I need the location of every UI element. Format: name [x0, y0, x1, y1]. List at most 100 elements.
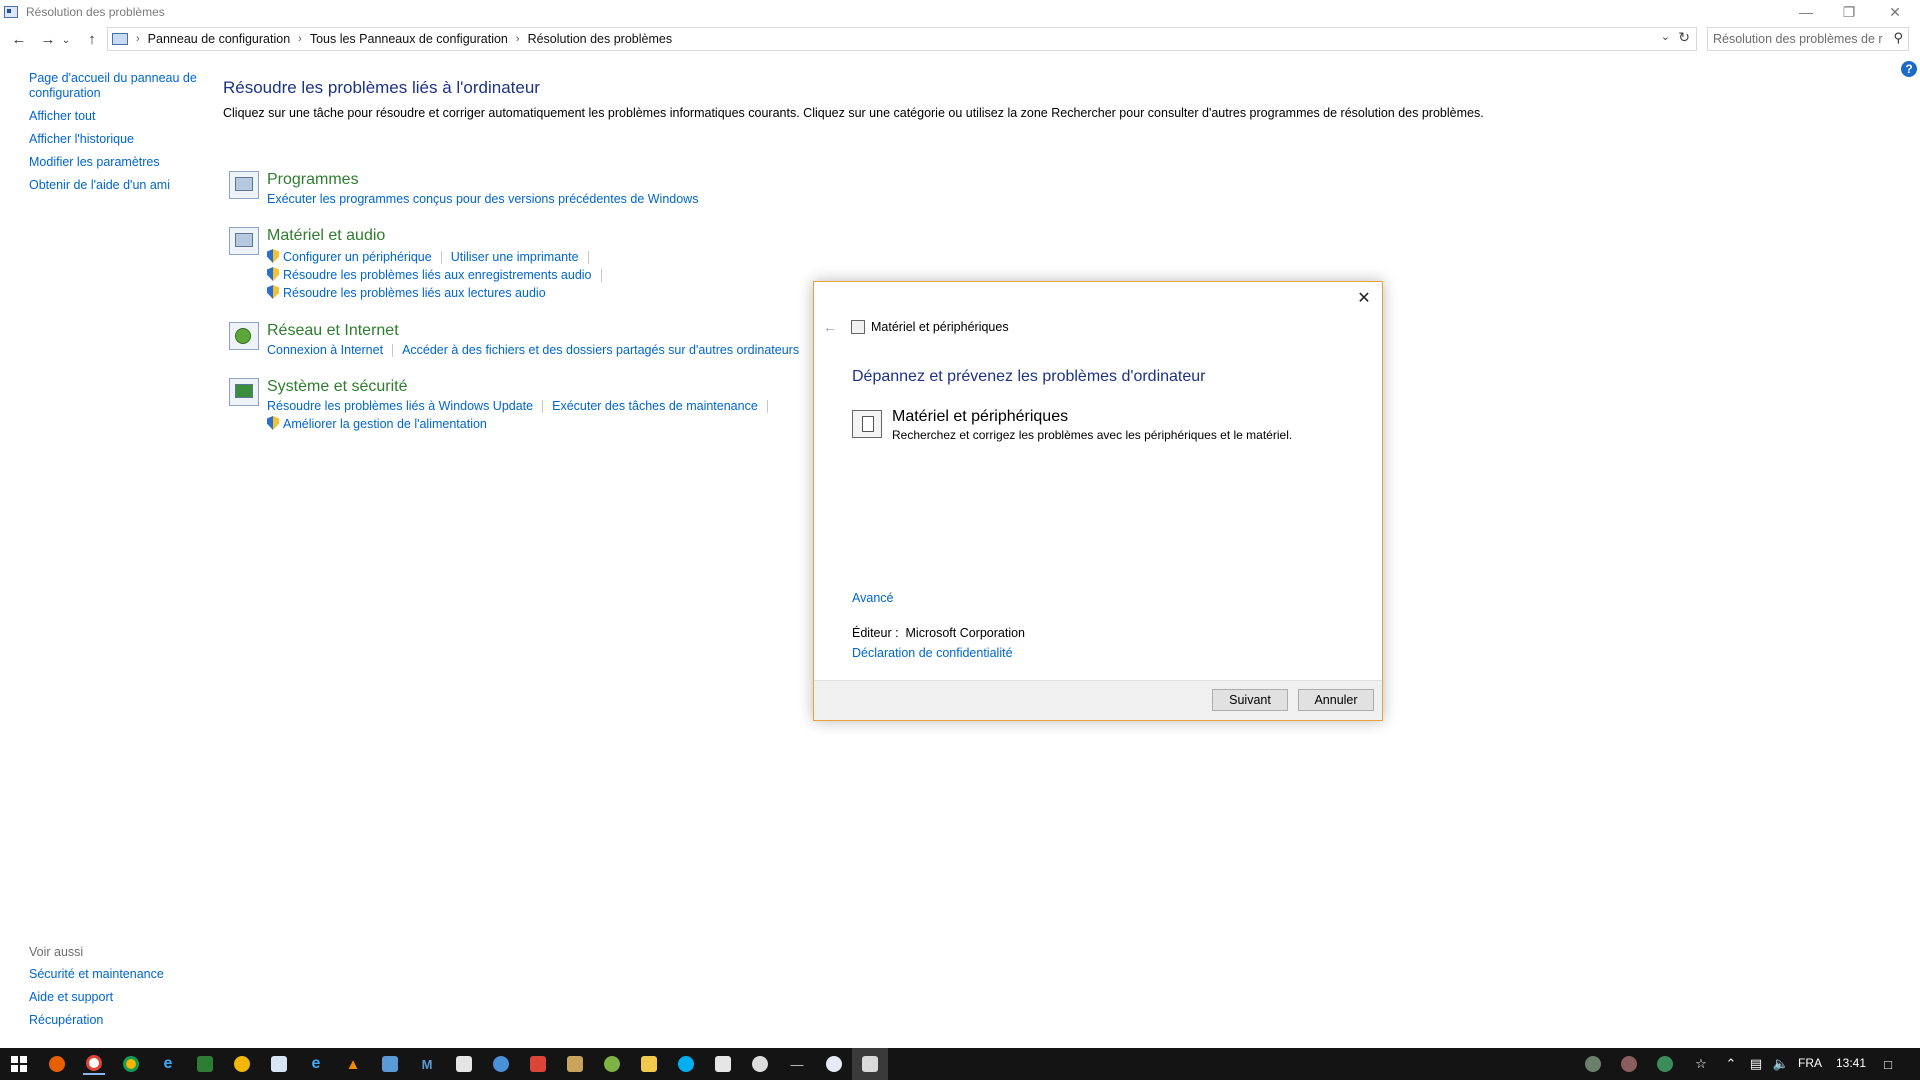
sidebar-item-history[interactable]: Afficher l'historique: [29, 132, 199, 147]
app-notes-icon[interactable]: [564, 1053, 586, 1075]
breadcrumb-all-control-panels[interactable]: Tous les Panneaux de configuration: [310, 32, 508, 46]
show-hidden-icons-chevron-icon[interactable]: ⌃: [1720, 1053, 1742, 1075]
link-run-legacy-programs[interactable]: Exécuter les programmes conçus pour des …: [267, 192, 698, 206]
sidebar-home-line2[interactable]: configuration: [29, 86, 199, 101]
control-panel-icon: [4, 6, 18, 18]
tray-green-icon[interactable]: [1654, 1053, 1676, 1075]
firefox-icon[interactable]: [46, 1053, 68, 1075]
link-divider: [600, 269, 602, 283]
tray-avatar-icon[interactable]: [1618, 1053, 1640, 1075]
sidebar: Page d'accueil du panneau de configurati…: [29, 71, 199, 193]
start-windows-icon[interactable]: [8, 1053, 30, 1075]
page-title: Résoudre les problèmes liés à l'ordinate…: [223, 78, 540, 97]
file-explorer-icon[interactable]: [638, 1053, 660, 1075]
action-center-icon[interactable]: □: [1877, 1053, 1899, 1075]
troubleshooting-taskbar-icon[interactable]: [852, 1048, 888, 1080]
volume-icon[interactable]: 🔈: [1770, 1053, 1792, 1075]
store-icon[interactable]: [712, 1053, 734, 1075]
refresh-icon[interactable]: ↻: [1678, 29, 1690, 46]
vlc-icon[interactable]: ▲: [342, 1053, 364, 1075]
link-power-management[interactable]: Améliorer la gestion de l'alimentation: [283, 417, 487, 431]
system-security-icon[interactable]: [229, 378, 259, 406]
category-hardware-links-row2: Résoudre les problèmes liés aux enregist…: [267, 267, 611, 283]
category-network-links: Connexion à Internet Accéder à des fichie…: [267, 343, 799, 358]
next-button[interactable]: Suivant: [1212, 689, 1288, 711]
link-audio-recording[interactable]: Résoudre les problèmes liés aux enregist…: [283, 268, 592, 282]
link-divider: [440, 251, 442, 265]
edge-icon[interactable]: e: [305, 1053, 327, 1075]
help-icon[interactable]: ?: [1901, 61, 1917, 77]
network-globe-icon[interactable]: [229, 322, 259, 350]
app-globe-icon[interactable]: [490, 1053, 512, 1075]
link-use-printer[interactable]: Utiliser une imprimante: [451, 250, 579, 264]
app-blue-icon[interactable]: [379, 1053, 401, 1075]
address-dropdown-icon[interactable]: ⌄: [1661, 30, 1670, 43]
recent-locations-chevron-icon[interactable]: ⌄: [58, 27, 74, 53]
breadcrumb-separator-icon[interactable]: ›: [136, 33, 140, 45]
app-round-icon[interactable]: [749, 1053, 771, 1075]
link-configure-device[interactable]: Configurer un périphérique: [283, 250, 432, 264]
breadcrumb-control-panel[interactable]: Panneau de configuration: [148, 32, 290, 46]
app-window-icon[interactable]: [268, 1053, 290, 1075]
hardware-audio-icon[interactable]: [229, 227, 259, 255]
restore-button[interactable]: ❐: [1826, 0, 1872, 24]
skype-icon[interactable]: [675, 1053, 697, 1075]
page-intro: Cliquez sur une tâche pour résoudre et c…: [223, 106, 1484, 120]
programs-icon[interactable]: [229, 171, 259, 199]
gmail-icon[interactable]: [527, 1053, 549, 1075]
app-compass-icon[interactable]: [823, 1053, 845, 1075]
minimize-button[interactable]: —: [1783, 0, 1829, 24]
address-row: ← → ⌄ ↑ › Panneau de configuration › Tou…: [0, 24, 1920, 54]
link-shared-folders[interactable]: Accéder à des fichiers et des dossiers p…: [402, 343, 799, 357]
see-also-recovery[interactable]: Récupération: [29, 1013, 164, 1028]
see-also-security-maintenance[interactable]: Sécurité et maintenance: [29, 967, 164, 982]
search-input[interactable]: [1713, 32, 1883, 46]
chrome-icon[interactable]: [120, 1053, 142, 1075]
app-map-icon[interactable]: [601, 1053, 623, 1075]
sidebar-item-get-help[interactable]: Obtenir de l'aide d'un ami: [29, 178, 199, 193]
app-dash-icon[interactable]: —: [786, 1053, 808, 1075]
dialog-close-icon[interactable]: ✕: [1354, 288, 1374, 308]
link-maintenance-tasks[interactable]: Exécuter des tâches de maintenance: [552, 399, 758, 413]
internet-explorer-icon[interactable]: e: [157, 1053, 179, 1075]
people-icon[interactable]: ☆: [1690, 1053, 1712, 1075]
category-system-title[interactable]: Système et sécurité: [267, 378, 408, 396]
app-document-icon[interactable]: [453, 1053, 475, 1075]
network-icon[interactable]: ▤: [1745, 1053, 1767, 1075]
main-content: Résoudre les problèmes liés à l'ordinate…: [223, 78, 1623, 120]
search-icon[interactable]: ⚲: [1893, 30, 1903, 46]
search-box[interactable]: ⚲: [1707, 27, 1909, 51]
sidebar-home-line1[interactable]: Page d'accueil du panneau de: [29, 71, 199, 86]
cancel-button[interactable]: Annuler: [1298, 689, 1374, 711]
up-arrow-icon[interactable]: ↑: [78, 26, 106, 52]
privacy-statement-link[interactable]: Déclaration de confidentialité: [852, 646, 1013, 660]
sidebar-item-show-all[interactable]: Afficher tout: [29, 109, 199, 124]
link-internet-connection[interactable]: Connexion à Internet: [267, 343, 383, 357]
app-yellow-icon[interactable]: [231, 1053, 253, 1075]
see-also-section: Voir aussi Sécurité et maintenance Aide …: [29, 945, 164, 1036]
clock[interactable]: 13:41: [1836, 1056, 1866, 1070]
publisher-value: Microsoft Corporation: [905, 626, 1026, 640]
back-arrow-icon[interactable]: ←: [5, 26, 33, 52]
link-audio-playback[interactable]: Résoudre les problèmes liés aux lectures…: [283, 286, 546, 300]
address-bar[interactable]: › Panneau de configuration › Tous les Pa…: [107, 27, 1697, 51]
sidebar-home-link[interactable]: Page d'accueil du panneau de configurati…: [29, 71, 199, 101]
sidebar-item-settings[interactable]: Modifier les paramètres: [29, 155, 199, 170]
malwarebytes-icon[interactable]: M: [416, 1053, 438, 1075]
advanced-link[interactable]: Avancé: [852, 591, 893, 605]
close-window-button[interactable]: ✕: [1872, 0, 1918, 24]
category-hardware-audio-title[interactable]: Matériel et audio: [267, 227, 385, 245]
google-chrome-icon[interactable]: [83, 1053, 105, 1075]
see-also-help-support[interactable]: Aide et support: [29, 990, 164, 1005]
app-green-icon[interactable]: [194, 1053, 216, 1075]
language-indicator[interactable]: FRA: [1798, 1056, 1822, 1070]
dialog-footer: Suivant Annuler: [814, 680, 1382, 720]
breadcrumb-separator-icon[interactable]: ›: [516, 33, 520, 45]
tray-avatar-icon[interactable]: [1582, 1053, 1604, 1075]
category-network-title[interactable]: Réseau et Internet: [267, 322, 399, 340]
category-programs-title[interactable]: Programmes: [267, 171, 359, 189]
breadcrumb-separator-icon[interactable]: ›: [298, 33, 302, 45]
dialog-back-arrow-icon[interactable]: ←: [823, 319, 837, 335]
link-windows-update[interactable]: Résoudre les problèmes liés à Windows Up…: [267, 399, 533, 413]
breadcrumb-troubleshooting[interactable]: Résolution des problèmes: [528, 32, 673, 46]
